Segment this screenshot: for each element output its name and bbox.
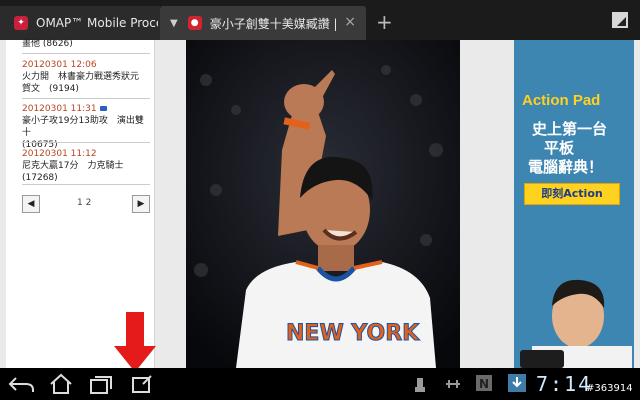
list-item[interactable]: 20120301 11:12 尼克大贏17分 力克騎士 (17268) <box>22 148 150 184</box>
divider <box>22 142 150 143</box>
video-camera-icon <box>99 106 107 111</box>
list-item[interactable]: 20120301 12:06 火力開 林書豪力戰選秀狀元 賀文 (9194) <box>22 59 150 95</box>
tab-title: OMAP™ Mobile Processors <box>36 16 158 30</box>
news-title: 火力開 林書豪力戰選秀狀元 <box>22 72 140 82</box>
news-views: 賀文 (9194) <box>22 84 79 94</box>
back-icon[interactable] <box>8 372 36 396</box>
news-title: 尼克大贏17分 力克騎士 <box>22 161 124 171</box>
divider <box>22 184 150 185</box>
browser-menu-icon[interactable] <box>612 12 628 28</box>
tab-news-article[interactable]: ▼ ● 豪小子創雙十美媒臧讚 | ... × <box>160 6 366 40</box>
browser-tab-bar: ✦ OMAP™ Mobile Processors ▼ ● 豪小子創雙十美媒臧讚… <box>0 0 640 42</box>
player-photo-illustration: NEW YORK <box>186 40 460 368</box>
web-page: 畫他 (8626) 20120301 12:06 火力開 林書豪力戰選秀狀元 賀… <box>0 38 640 368</box>
news-date: 20120301 11:31 <box>22 104 97 114</box>
screenshot-icon[interactable] <box>130 372 154 396</box>
tab-omap[interactable]: ✦ OMAP™ Mobile Processors <box>0 6 160 40</box>
usb-icon <box>415 378 425 392</box>
tab-menu-caret-icon[interactable]: ▼ <box>170 18 178 29</box>
home-icon[interactable] <box>48 372 74 396</box>
advertisement-banner[interactable]: Action Pad 史上第一台 平板 電腦辭典！ 即刻Action <box>514 40 634 368</box>
download-icon <box>508 374 526 392</box>
divider <box>22 53 150 54</box>
image-watermark: #363914 <box>586 383 633 394</box>
status-clock[interactable]: 7:14 <box>536 372 592 396</box>
news-favicon: ● <box>187 16 202 30</box>
ad-brand: Action Pad <box>522 92 601 109</box>
ad-cta-button[interactable]: 即刻Action <box>524 183 620 205</box>
ad-person-illustration <box>520 279 632 368</box>
article-photo: NEW YORK <box>186 40 460 368</box>
news-date: 20120301 11:12 <box>22 149 97 159</box>
recent-apps-icon[interactable] <box>88 372 114 396</box>
news-date: 20120301 12:06 <box>22 60 97 70</box>
omap-favicon: ✦ <box>14 16 28 30</box>
nfc-n-icon: N <box>476 375 492 391</box>
ad-line: 史上第一台 <box>532 120 608 138</box>
ad-line: 電腦辭典！ <box>528 158 604 176</box>
svg-text:N: N <box>479 377 489 391</box>
news-title: 畫他 (8626) <box>22 39 73 49</box>
close-tab-icon[interactable]: × <box>344 14 356 30</box>
news-title: 豪小子攻19分13助攻 演出雙十 <box>22 116 144 138</box>
news-views: (17268) <box>22 173 58 183</box>
red-arrow-annotation-icon <box>114 312 156 372</box>
system-bar: N 7:14 <box>0 368 640 400</box>
divider <box>22 98 150 99</box>
page-numbers[interactable]: 1 2 <box>77 198 91 208</box>
list-item[interactable]: 畫他 (8626) <box>22 38 150 50</box>
tab-title: 豪小子創雙十美媒臧讚 | ... <box>209 16 336 31</box>
prev-page-button[interactable]: ◀ <box>22 195 40 213</box>
jersey-text: NEW YORK <box>286 321 420 346</box>
list-item[interactable]: 20120301 11:31 豪小子攻19分13助攻 演出雙十 (10675) <box>22 103 150 151</box>
new-tab-icon[interactable]: + <box>376 10 393 34</box>
usb-debug-icon <box>446 380 460 388</box>
ad-line: 平板 <box>544 139 575 157</box>
next-page-button[interactable]: ▶ <box>132 195 150 213</box>
pager: ◀ 1 2 ▶ <box>22 195 150 213</box>
